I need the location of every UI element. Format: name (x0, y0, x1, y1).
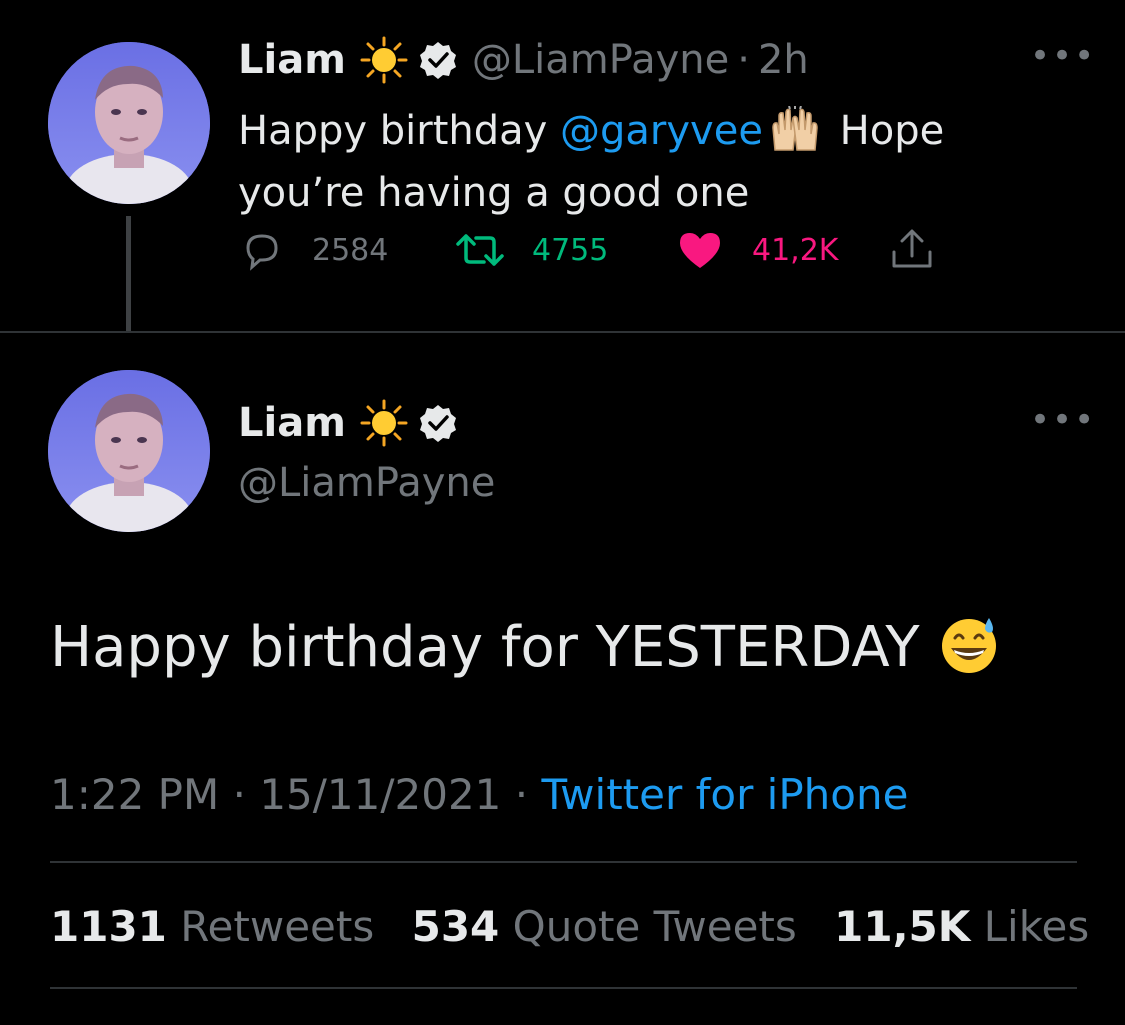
avatar-image (48, 370, 210, 532)
main-tweet-name-row: Liam (238, 398, 472, 448)
tweet-text: Happy birthday for YESTERDAY (50, 615, 938, 680)
handle[interactable]: @LiamPayne (238, 458, 495, 508)
likes-count: 11,5K (834, 902, 971, 951)
grinning-sweat-emoji-icon (937, 612, 1001, 676)
tweet-thread-page: Liam @LiamPayne · 2h ••• Happy birthday … (0, 0, 1125, 1025)
display-name[interactable]: Liam (238, 398, 346, 448)
main-tweet-text: Happy birthday for YESTERDAY (50, 612, 1001, 683)
likes-label: Likes (983, 902, 1090, 951)
divider (50, 861, 1077, 863)
reply-count: 2584 (312, 232, 389, 268)
divider (0, 331, 1125, 333)
handle[interactable]: @LiamPayne (472, 36, 729, 84)
separator-dot: · (232, 770, 246, 819)
separator-dot: · (514, 770, 529, 819)
share-icon (892, 229, 932, 268)
likes-stat[interactable]: 11,5K Likes (834, 902, 1113, 951)
quotes-stat[interactable]: 534 Quote Tweets (412, 902, 821, 951)
tweet-stats: 1131 Retweets 534 Quote Tweets 11,5K Lik… (50, 902, 1113, 952)
heart-icon (680, 233, 720, 268)
raising-hands-emoji-icon (769, 105, 821, 152)
retweet-count: 4755 (532, 232, 609, 268)
tweet-time[interactable]: 1:22 PM (50, 770, 219, 819)
avatar[interactable] (48, 370, 210, 532)
sun-emoji-icon (360, 399, 408, 447)
tweet-text-part: Happy birthday (238, 108, 561, 154)
verified-badge-icon (418, 40, 458, 80)
quotes-label: Quote Tweets (512, 902, 797, 951)
display-name[interactable]: Liam (238, 36, 346, 84)
more-options-icon[interactable]: ••• (1030, 400, 1096, 440)
reply-tweet-text: Happy birthday @garyvee Hope you’re havi… (238, 100, 1058, 224)
quotes-count: 534 (411, 902, 500, 951)
tweet-date[interactable]: 15/11/2021 (259, 770, 501, 819)
share-button[interactable] (888, 226, 936, 274)
more-options-icon[interactable]: ••• (1030, 36, 1096, 76)
reply-tweet-header: Liam @LiamPayne · 2h (238, 36, 809, 84)
like-button[interactable]: 41,2K (676, 228, 838, 272)
retweets-stat[interactable]: 1131 Retweets (50, 902, 398, 951)
reply-icon (246, 234, 278, 271)
retweets-label: Retweets (180, 902, 375, 951)
avatar-image (48, 42, 210, 204)
like-count: 41,2K (752, 232, 839, 268)
tweet-time[interactable]: 2h (758, 36, 809, 84)
divider (50, 987, 1077, 989)
verified-badge-icon (418, 403, 458, 443)
mention-link[interactable]: @garyvee (560, 108, 763, 154)
retweet-icon (456, 234, 504, 266)
sun-emoji-icon (360, 36, 408, 84)
thread-connector-line (126, 216, 131, 331)
tweet-meta: 1:22 PM · 15/11/2021 · Twitter for iPhon… (50, 770, 908, 820)
separator-dot: · (737, 37, 750, 83)
reply-button[interactable]: 2584 (240, 228, 388, 272)
avatar[interactable] (48, 42, 210, 204)
retweets-count: 1131 (50, 902, 167, 951)
tweet-source-link[interactable]: Twitter for iPhone (541, 770, 908, 819)
retweet-button[interactable]: 4755 (454, 228, 608, 272)
